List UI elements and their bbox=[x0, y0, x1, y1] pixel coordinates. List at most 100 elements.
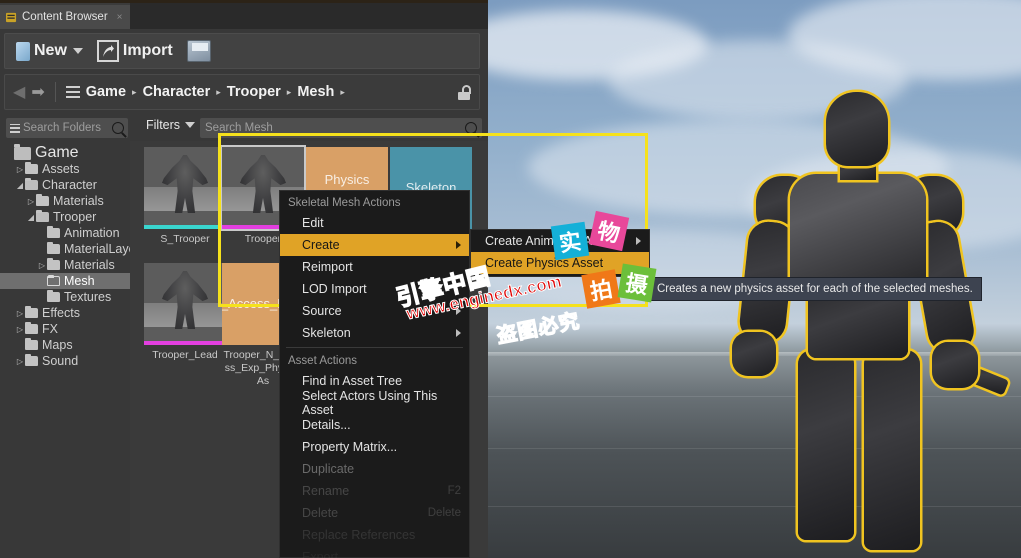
import-button[interactable]: Import bbox=[92, 37, 178, 65]
nav-forward-button[interactable]: ➡ bbox=[31, 82, 44, 102]
tree-item-maps[interactable]: Maps bbox=[0, 337, 130, 353]
menu-item-label: Rename bbox=[302, 484, 350, 498]
tree-item-label: Sound bbox=[42, 354, 79, 368]
tree-item-label: Materials bbox=[64, 258, 115, 272]
close-icon[interactable]: × bbox=[117, 12, 123, 23]
folder-icon bbox=[47, 257, 60, 270]
asset-tile[interactable]: Trooper_Lead bbox=[144, 263, 226, 362]
tree-item-materials[interactable]: ▷ Materials bbox=[0, 193, 130, 209]
folder-icon bbox=[25, 337, 38, 350]
menu-icon[interactable] bbox=[10, 123, 20, 133]
chevron-right-icon bbox=[456, 307, 461, 315]
tree-item-label: FX bbox=[42, 322, 58, 336]
chevron-down-icon bbox=[72, 48, 83, 54]
chevron-right-icon bbox=[636, 237, 641, 245]
menu-item-label: Source bbox=[302, 304, 342, 318]
tree-item-label: Assets bbox=[42, 162, 80, 176]
path-list-icon[interactable] bbox=[65, 86, 80, 98]
tree-expander-icon[interactable]: ▷ bbox=[26, 197, 36, 206]
folder-search-placeholder: Search Folders bbox=[23, 122, 101, 134]
breadcrumb-item-game[interactable]: Game bbox=[86, 84, 126, 100]
tree-item-label: Materials bbox=[53, 194, 104, 208]
divider bbox=[54, 82, 56, 102]
breadcrumb: ◀ ➡ Game ▸ Character ▸ Trooper ▸ Mesh ▸ bbox=[4, 74, 480, 110]
menu-item-property-matrix[interactable]: Property Matrix... bbox=[280, 436, 469, 458]
menu-item-create[interactable]: Create bbox=[280, 234, 469, 256]
tree-item-materiallayer[interactable]: MaterialLayer bbox=[0, 241, 140, 257]
nav-back-button[interactable]: ◀ bbox=[13, 82, 25, 102]
tree-item-label: Game bbox=[35, 144, 79, 161]
asset-tile[interactable]: S_Trooper bbox=[144, 147, 226, 246]
character-leg-right bbox=[864, 350, 920, 550]
tree-item-materials[interactable]: ▷ Materials bbox=[0, 257, 130, 273]
chevron-right-icon bbox=[456, 241, 461, 249]
tree-expander-icon[interactable]: ▷ bbox=[15, 325, 25, 334]
menu-item-source[interactable]: Source bbox=[280, 300, 469, 322]
new-button-label: New bbox=[34, 42, 67, 59]
menu-section-header: Skeletal Mesh Actions bbox=[288, 197, 401, 209]
tree-item-label: Mesh bbox=[64, 274, 95, 288]
tab-label: Content Browser bbox=[22, 11, 108, 23]
menu-item-shortcut: Delete bbox=[427, 507, 461, 519]
tree-item-fx[interactable]: ▷ FX bbox=[0, 321, 130, 337]
menu-item-label: Replace References bbox=[302, 528, 416, 542]
tree-item-effects[interactable]: ▷ Effects bbox=[0, 305, 130, 321]
tree-item-mesh[interactable]: Mesh bbox=[0, 273, 130, 289]
folder-icon bbox=[47, 241, 60, 254]
tree-expander-icon[interactable]: ▷ bbox=[15, 165, 25, 174]
breadcrumb-item-mesh[interactable]: Mesh bbox=[297, 84, 334, 100]
tree-item-label: Textures bbox=[64, 290, 112, 304]
tree-item-game[interactable]: Game bbox=[0, 144, 130, 161]
tooltip: Creates a new physics asset for each of … bbox=[648, 277, 982, 301]
tree-item-animation[interactable]: Animation bbox=[0, 225, 130, 241]
character-head bbox=[826, 92, 888, 166]
new-button[interactable]: New bbox=[11, 39, 88, 64]
tree-expander-icon[interactable]: ▷ bbox=[15, 357, 25, 366]
submenu-item-create-animation-assets[interactable]: Create Animation Assets bbox=[471, 230, 649, 252]
tree-expander-icon[interactable]: ▷ bbox=[37, 261, 47, 270]
submenu-item-create-physics-asset[interactable]: Create Physics Asset bbox=[471, 252, 649, 274]
asset-search-input[interactable]: Search Mesh bbox=[200, 118, 482, 138]
tree-item-assets[interactable]: ▷ Assets bbox=[0, 161, 130, 177]
menu-item-label: Reimport bbox=[302, 260, 353, 274]
breadcrumb-item-character[interactable]: Character bbox=[143, 84, 211, 100]
tree-item-label: Trooper bbox=[53, 210, 97, 224]
tree-item-trooper[interactable]: ◢ Trooper bbox=[0, 209, 130, 225]
filters-button[interactable]: Filters bbox=[146, 118, 196, 132]
tree-item-textures[interactable]: Textures bbox=[0, 289, 130, 305]
unlocked-padlock-icon[interactable] bbox=[457, 84, 471, 100]
tree-expander-icon[interactable]: ◢ bbox=[26, 213, 36, 222]
character-torso bbox=[790, 174, 926, 294]
menu-item-label: Find in Asset Tree bbox=[302, 374, 403, 388]
breadcrumb-item-trooper[interactable]: Trooper bbox=[227, 84, 281, 100]
tree-item-sound[interactable]: ▷ Sound bbox=[0, 353, 130, 369]
tab-content-browser[interactable]: Content Browser × bbox=[0, 3, 130, 29]
content-browser-icon bbox=[6, 12, 17, 22]
menu-item-label: Export... bbox=[302, 550, 349, 558]
menu-item-select-actors-using-this-asset[interactable]: Select Actors Using This Asset bbox=[280, 389, 469, 417]
menu-item-label: Edit bbox=[302, 216, 324, 230]
breadcrumb-separator: ▸ bbox=[132, 86, 137, 97]
menu-item-skeleton[interactable]: Skeleton bbox=[280, 322, 469, 344]
chevron-right-icon bbox=[456, 329, 461, 337]
tree-item-label: Character bbox=[42, 178, 97, 192]
menu-item-details[interactable]: Details... bbox=[280, 414, 469, 436]
selected-character-mesh[interactable] bbox=[718, 92, 1018, 558]
tree-expander-icon[interactable]: ◢ bbox=[15, 181, 25, 190]
create-submenu[interactable]: Create Animation Assets Create Physics As… bbox=[470, 229, 650, 277]
folder-tree[interactable]: Game ▷ Assets ◢ Character ▷ Materials ◢ Trooper A… bbox=[0, 141, 140, 558]
tree-expander-icon[interactable]: ▷ bbox=[15, 309, 25, 318]
import-button-label: Import bbox=[122, 42, 173, 59]
tree-item-character[interactable]: ◢ Character bbox=[0, 177, 130, 193]
tree-item-label: MaterialLayer bbox=[64, 242, 140, 256]
asset-context-menu[interactable]: Skeletal Mesh Actions Edit Create Reimport L… bbox=[279, 190, 470, 558]
menu-item-label: Select Actors Using This Asset bbox=[302, 389, 438, 417]
save-all-button[interactable] bbox=[182, 37, 216, 65]
folder-icon bbox=[25, 353, 38, 366]
menu-item-reimport[interactable]: Reimport bbox=[280, 256, 469, 278]
tree-item-label: Maps bbox=[42, 338, 73, 352]
folder-search-input[interactable]: Search Folders bbox=[6, 118, 128, 138]
folder-icon bbox=[25, 305, 38, 318]
menu-item-edit[interactable]: Edit bbox=[280, 212, 469, 234]
menu-item-lod-import[interactable]: LOD Import bbox=[280, 278, 469, 300]
